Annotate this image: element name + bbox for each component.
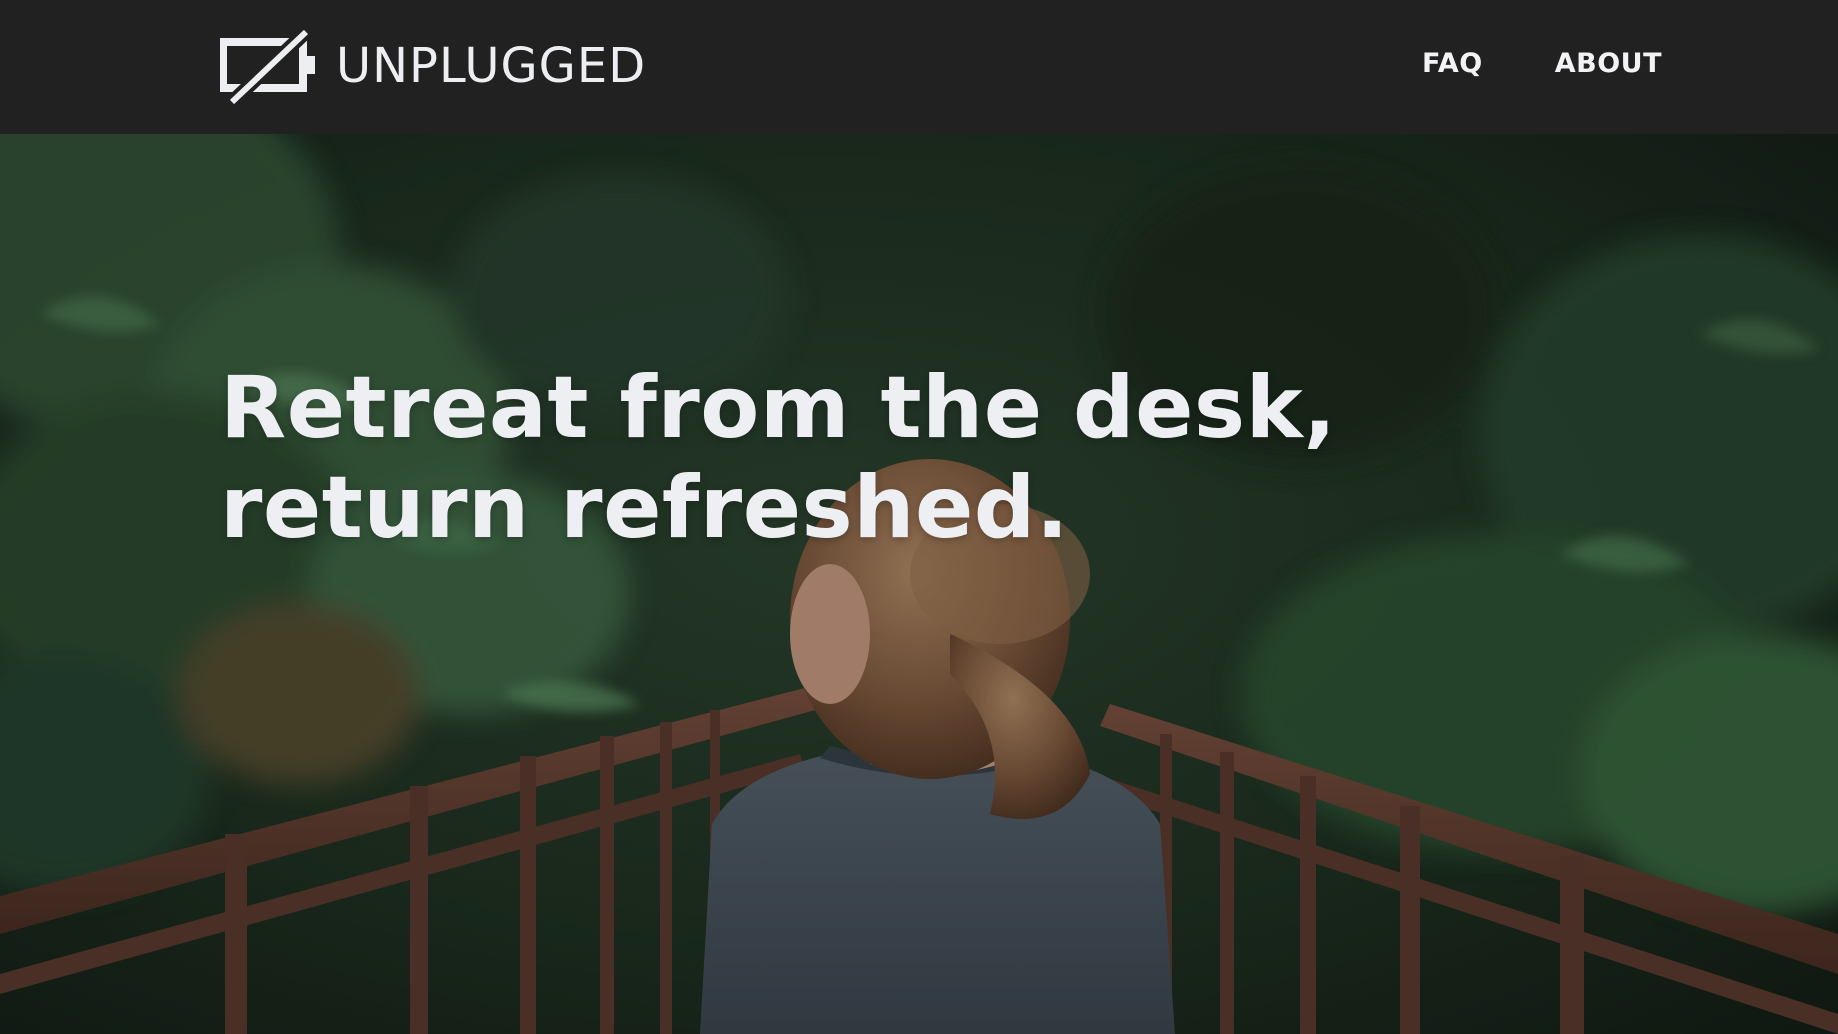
main-nav: FAQ ABOUT [1422, 48, 1662, 79]
top-navigation-bar: UNPLUGGED FAQ ABOUT [0, 0, 1838, 134]
forest-bridge-photo [0, 134, 1838, 1034]
home-logo-link[interactable]: UNPLUGGED [220, 26, 646, 106]
hero-headline: Retreat from the desk, return refreshed. [220, 358, 1337, 558]
hero-section: Retreat from the desk, return refreshed. [0, 134, 1838, 1034]
battery-slash-icon [220, 26, 315, 106]
brand-name: UNPLUGGED [336, 38, 647, 94]
nav-faq-link[interactable]: FAQ [1422, 48, 1483, 79]
hero-headline-line-2: return refreshed. [220, 458, 1070, 558]
hero-headline-line-1: Retreat from the desk, [220, 358, 1337, 458]
nav-about-link[interactable]: ABOUT [1555, 48, 1662, 79]
